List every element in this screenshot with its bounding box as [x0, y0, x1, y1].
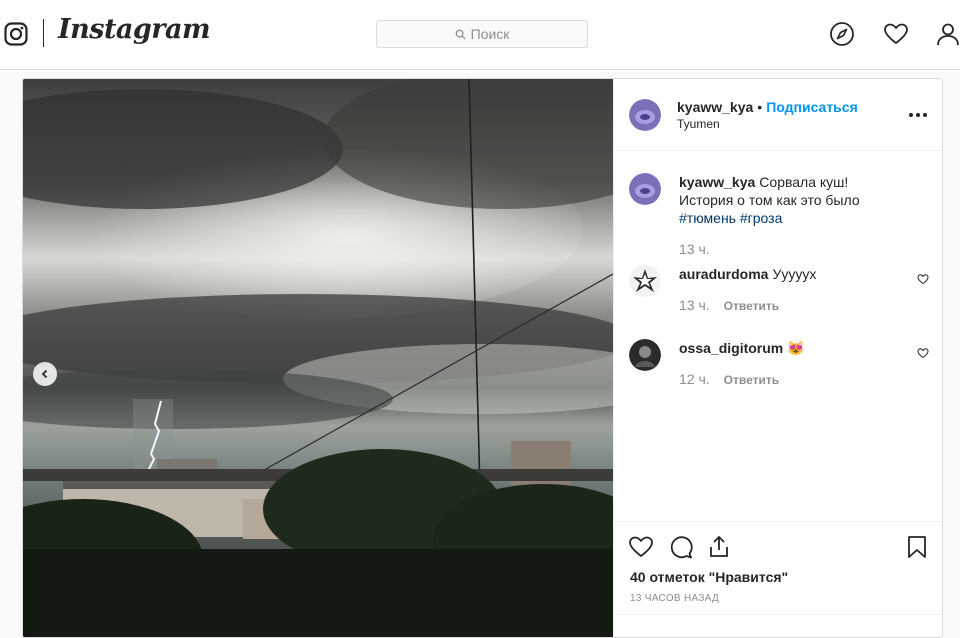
- comments-section: kyaww_kya Сорвала куш! История о том как …: [614, 151, 942, 521]
- search-input[interactable]: Поиск: [376, 20, 588, 48]
- comment-text: auradurdoma Уууууx: [679, 265, 909, 283]
- separator-dot: •: [757, 99, 763, 115]
- bookmark-icon[interactable]: [904, 534, 930, 560]
- post-sidebar: kyaww_kya • Подписаться Tyumen kyaww_kya Со…: [613, 79, 942, 637]
- comment-time[interactable]: 12 ч.: [679, 371, 710, 387]
- instagram-glyph-icon[interactable]: [4, 22, 28, 46]
- post-photo[interactable]: [23, 79, 613, 637]
- caption-line2: История о том как это было: [679, 192, 860, 208]
- top-navigation-bar: Instagram Поиск: [0, 0, 960, 70]
- share-icon[interactable]: [706, 534, 732, 560]
- post-timestamp[interactable]: 13 ЧАСОВ НАЗАД: [630, 593, 719, 604]
- author-username[interactable]: kyaww_kya: [677, 99, 753, 115]
- profile-icon[interactable]: [935, 21, 960, 47]
- logo-divider: [43, 19, 44, 47]
- comment-username[interactable]: auradurdoma: [679, 266, 768, 282]
- comment-body: Уууууx: [772, 266, 817, 282]
- caption-username[interactable]: kyaww_kya: [679, 174, 755, 190]
- comment-text: ossa_digitorum 😻: [679, 339, 909, 357]
- add-comment-area[interactable]: [614, 614, 942, 637]
- search-placeholder: Поиск: [470, 26, 510, 42]
- author-line: kyaww_kya • Подписаться: [677, 99, 858, 115]
- post-header: kyaww_kya • Подписаться Tyumen: [614, 79, 942, 151]
- likes-count[interactable]: 40 отметок "Нравится": [630, 569, 788, 585]
- post-actions: 40 отметок "Нравится" 13 ЧАСОВ НАЗАД: [614, 521, 942, 637]
- comment-body: 😻: [787, 340, 805, 356]
- caption-line1: Сорвала куш!: [759, 174, 849, 190]
- hashtag-link[interactable]: #тюмень: [679, 210, 736, 226]
- chevron-left-icon: [41, 369, 48, 379]
- like-heart-icon[interactable]: [628, 534, 654, 560]
- follow-button[interactable]: Подписаться: [766, 99, 858, 115]
- commenter-avatar[interactable]: [629, 265, 661, 297]
- reply-button[interactable]: Ответить: [724, 299, 779, 313]
- instagram-wordmark[interactable]: Instagram: [58, 14, 211, 45]
- commenter-avatar[interactable]: [629, 339, 661, 371]
- post-card: kyaww_kya • Подписаться Tyumen kyaww_kya Со…: [22, 78, 943, 638]
- caption-time[interactable]: 13 ч.: [679, 241, 710, 257]
- author-avatar[interactable]: [629, 99, 661, 131]
- comment-username[interactable]: ossa_digitorum: [679, 340, 783, 356]
- heart-icon[interactable]: [883, 21, 909, 47]
- more-options-icon[interactable]: [906, 103, 930, 127]
- hashtag-link[interactable]: #гроза: [740, 210, 783, 226]
- previous-photo-button[interactable]: [33, 362, 57, 386]
- comment-bubble-icon[interactable]: [668, 534, 694, 560]
- caption-text: kyaww_kya Сорвала куш! История о том как …: [679, 173, 909, 227]
- caption-avatar[interactable]: [629, 173, 661, 205]
- compass-icon[interactable]: [829, 21, 855, 47]
- comment-like-heart-icon[interactable]: [917, 347, 929, 359]
- search-icon: [455, 29, 466, 40]
- comment-meta: 13 ч. Ответить: [679, 297, 779, 313]
- comment-like-heart-icon[interactable]: [917, 273, 929, 285]
- comment-meta: 12 ч. Ответить: [679, 371, 779, 387]
- reply-button[interactable]: Ответить: [724, 373, 779, 387]
- comment-time[interactable]: 13 ч.: [679, 297, 710, 313]
- storm-photo-image: [23, 79, 613, 637]
- post-location[interactable]: Tyumen: [677, 117, 720, 131]
